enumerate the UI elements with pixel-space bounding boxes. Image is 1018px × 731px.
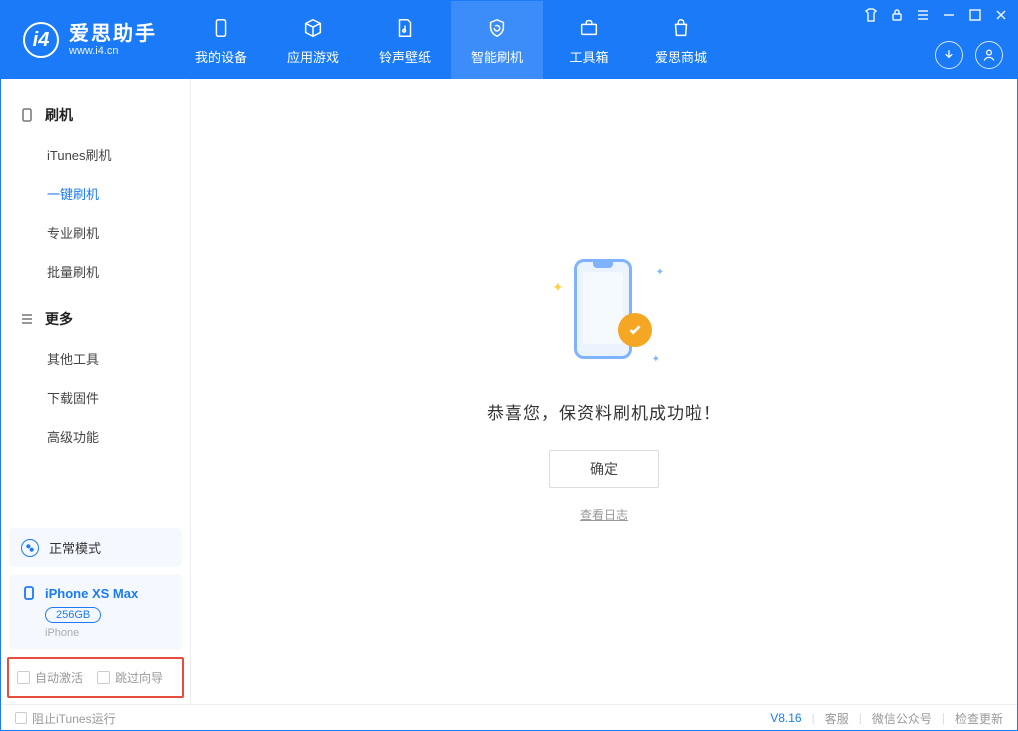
music-file-icon <box>392 15 418 41</box>
divider: | <box>942 711 945 725</box>
success-message: 恭喜您，保资料刷机成功啦！ <box>487 399 721 424</box>
sidebar-group-header-more[interactable]: 更多 <box>1 299 190 339</box>
briefcase-icon <box>576 15 602 41</box>
nav-label: 铃声壁纸 <box>379 47 431 66</box>
footer-left: 阻止iTunes运行 <box>15 710 770 727</box>
sidebar: 刷机 iTunes刷机 一键刷机 专业刷机 批量刷机 更多 其他工具 下载固件 … <box>1 79 191 704</box>
user-icon[interactable] <box>975 41 1003 69</box>
nav-label: 智能刷机 <box>471 47 523 66</box>
divider: | <box>859 711 862 725</box>
device-name-row: iPhone XS Max <box>21 585 170 601</box>
nav-label: 应用游戏 <box>287 47 339 66</box>
minimize-icon[interactable] <box>941 7 957 23</box>
window-controls <box>863 7 1009 23</box>
app-subtitle: www.i4.cn <box>69 45 157 57</box>
phone-body-icon <box>574 259 632 359</box>
checkbox-icon <box>15 712 27 724</box>
app-logo-icon: i4 <box>23 22 59 58</box>
group-title: 刷机 <box>45 105 73 125</box>
sidebar-item-itunes-flash[interactable]: iTunes刷机 <box>1 135 190 174</box>
sidebar-item-advanced[interactable]: 高级功能 <box>1 417 190 456</box>
sidebar-item-pro-flash[interactable]: 专业刷机 <box>1 213 190 252</box>
nav-my-device[interactable]: 我的设备 <box>175 1 267 79</box>
device-phone-icon <box>21 585 37 601</box>
footer-right: V8.16 | 客服 | 微信公众号 | 检查更新 <box>770 710 1003 727</box>
sidebar-group-flash: 刷机 iTunes刷机 一键刷机 专业刷机 批量刷机 <box>1 95 190 291</box>
storage-badge: 256GB <box>45 607 101 623</box>
checkbox-icon <box>97 671 110 684</box>
shopping-bag-icon <box>668 15 694 41</box>
sidebar-bottom: 正常模式 iPhone XS Max 256GB iPhone 自动激活 跳过向… <box>1 520 190 704</box>
app-body: 刷机 iTunes刷机 一键刷机 专业刷机 批量刷机 更多 其他工具 下载固件 … <box>1 79 1017 704</box>
sparkle-icon: ✦ <box>656 267 664 278</box>
auto-activate-label: 自动激活 <box>35 669 83 686</box>
main-nav: 我的设备 应用游戏 铃声壁纸 智能刷机 工具箱 爱思商城 <box>175 1 727 79</box>
refresh-shield-icon <box>484 15 510 41</box>
check-badge-icon <box>618 313 652 347</box>
customer-service-link[interactable]: 客服 <box>825 710 849 727</box>
nav-apps-games[interactable]: 应用游戏 <box>267 1 359 79</box>
nav-label: 我的设备 <box>195 47 247 66</box>
tshirt-icon[interactable] <box>863 7 879 23</box>
sidebar-item-oneclick-flash[interactable]: 一键刷机 <box>1 174 190 213</box>
wechat-link[interactable]: 微信公众号 <box>872 710 932 727</box>
nav-ringtone-wallpaper[interactable]: 铃声壁纸 <box>359 1 451 79</box>
device-box[interactable]: iPhone XS Max 256GB iPhone <box>9 575 182 649</box>
device-name: iPhone XS Max <box>45 586 138 601</box>
sidebar-item-other-tools[interactable]: 其他工具 <box>1 339 190 378</box>
phone-icon <box>208 15 234 41</box>
mode-box[interactable]: 正常模式 <box>9 528 182 567</box>
view-log-link[interactable]: 查看日志 <box>580 506 628 523</box>
nav-smart-flash[interactable]: 智能刷机 <box>451 1 543 79</box>
logo-text: 爱思助手 www.i4.cn <box>69 23 157 57</box>
lock-icon[interactable] <box>889 7 905 23</box>
download-icon[interactable] <box>935 41 963 69</box>
version-label: V8.16 <box>770 711 801 725</box>
sidebar-group-header-flash[interactable]: 刷机 <box>1 95 190 135</box>
nav-label: 爱思商城 <box>655 47 707 66</box>
maximize-icon[interactable] <box>967 7 983 23</box>
mode-label: 正常模式 <box>49 538 101 557</box>
skip-guide-label: 跳过向导 <box>115 669 163 686</box>
footer: 阻止iTunes运行 V8.16 | 客服 | 微信公众号 | 检查更新 <box>1 704 1017 731</box>
check-update-link[interactable]: 检查更新 <box>955 710 1003 727</box>
sidebar-item-download-firmware[interactable]: 下载固件 <box>1 378 190 417</box>
menu-icon[interactable] <box>915 7 931 23</box>
header-right-actions <box>935 41 1003 69</box>
nav-store[interactable]: 爱思商城 <box>635 1 727 79</box>
group-title: 更多 <box>45 309 73 329</box>
app-title: 爱思助手 <box>69 23 157 45</box>
sidebar-item-batch-flash[interactable]: 批量刷机 <box>1 252 190 291</box>
phone-outline-icon <box>19 107 35 123</box>
block-itunes-label: 阻止iTunes运行 <box>32 710 116 727</box>
mode-dots-icon <box>21 539 39 557</box>
cube-icon <box>300 15 326 41</box>
nav-toolbox[interactable]: 工具箱 <box>543 1 635 79</box>
sidebar-group-more: 更多 其他工具 下载固件 高级功能 <box>1 299 190 456</box>
list-icon <box>19 311 35 327</box>
nav-label: 工具箱 <box>569 47 608 66</box>
divider: | <box>812 711 815 725</box>
sidebar-top: 刷机 iTunes刷机 一键刷机 专业刷机 批量刷机 更多 其他工具 下载固件 … <box>1 79 190 520</box>
auto-activate-checkbox[interactable]: 自动激活 <box>17 669 83 686</box>
sparkle-icon: ✦ <box>652 354 660 365</box>
ok-button[interactable]: 确定 <box>549 450 659 488</box>
block-itunes-checkbox[interactable]: 阻止iTunes运行 <box>15 710 116 727</box>
skip-guide-checkbox[interactable]: 跳过向导 <box>97 669 163 686</box>
app-header: i4 爱思助手 www.i4.cn 我的设备 应用游戏 铃声壁纸 智能刷机 工具… <box>1 1 1017 79</box>
sparkle-icon: ✦ <box>552 279 564 296</box>
logo-area: i4 爱思助手 www.i4.cn <box>1 1 175 79</box>
device-type: iPhone <box>45 627 170 639</box>
checkbox-icon <box>17 671 30 684</box>
main-content: ✦ ✦ ✦ 恭喜您，保资料刷机成功啦！ 确定 查看日志 <box>191 79 1017 704</box>
success-illustration: ✦ ✦ ✦ <box>544 259 664 369</box>
close-icon[interactable] <box>993 7 1009 23</box>
highlight-options-box: 自动激活 跳过向导 <box>7 657 184 698</box>
